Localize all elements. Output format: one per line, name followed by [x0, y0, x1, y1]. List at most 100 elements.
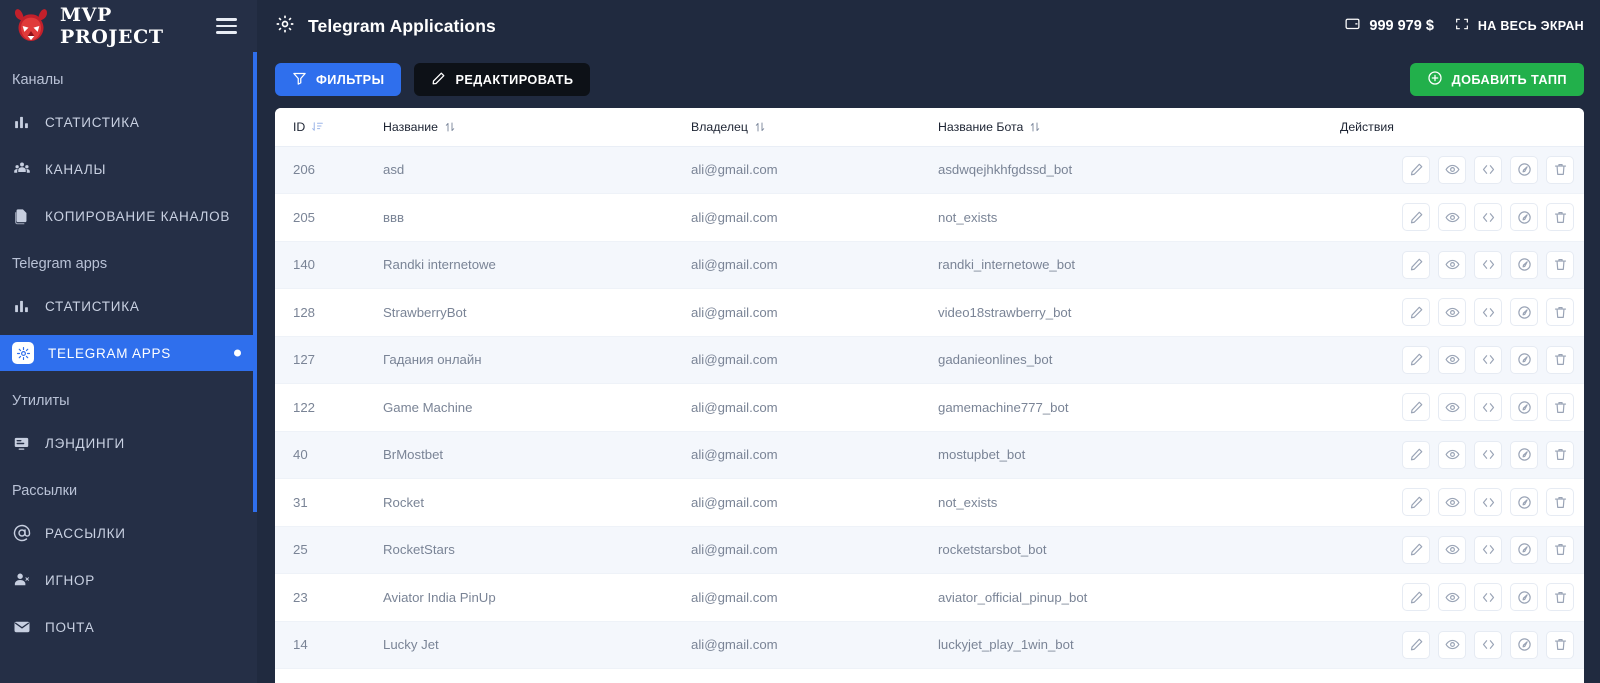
row-action-code-brackets[interactable] — [1474, 583, 1502, 612]
hamburger-menu-icon[interactable] — [216, 18, 237, 34]
row-action-eye[interactable] — [1438, 155, 1466, 184]
row-action-trash[interactable] — [1546, 630, 1574, 659]
row-action-eye[interactable] — [1438, 250, 1466, 279]
sort-descending-icon[interactable] — [311, 120, 324, 133]
row-action-trash[interactable] — [1546, 488, 1574, 517]
row-action-code-brackets[interactable] — [1474, 203, 1502, 232]
row-action-code-brackets[interactable] — [1474, 298, 1502, 327]
row-action-speedometer[interactable] — [1510, 488, 1538, 517]
table-row[interactable]: 31 Rocket ali@gmail.com not_exists — [275, 478, 1584, 526]
row-action-trash[interactable] — [1546, 250, 1574, 279]
row-action-eye[interactable] — [1438, 298, 1466, 327]
column-header-name[interactable]: Название — [383, 108, 691, 147]
column-header-owner[interactable]: Владелец — [691, 108, 938, 147]
row-action-pencil[interactable] — [1402, 488, 1430, 517]
sidebar-item-статистика[interactable]: СТАТИСТИКА — [0, 104, 257, 140]
row-action-pencil[interactable] — [1402, 345, 1430, 374]
cell-owner: ali@gmail.com — [691, 209, 778, 225]
table-row[interactable]: 122 Game Machine ali@gmail.com gamemachine7… — [275, 383, 1584, 431]
table-row[interactable]: 14 Lucky Jet ali@gmail.com luckyjet_play_1w… — [275, 621, 1584, 669]
edit-button[interactable]: РЕДАКТИРОВАТЬ — [414, 63, 591, 96]
row-action-speedometer[interactable] — [1510, 298, 1538, 327]
row-action-speedometer[interactable] — [1510, 535, 1538, 564]
cell-name: Randki internetowe — [383, 257, 496, 273]
row-action-eye[interactable] — [1438, 440, 1466, 469]
row-action-speedometer[interactable] — [1510, 440, 1538, 469]
table-row[interactable]: 127 Гадания онлайн ali@gmail.com gadanieonl… — [275, 336, 1584, 384]
table-row[interactable]: 25 RocketStars ali@gmail.com rocketstarsbot… — [275, 526, 1584, 574]
pencil-icon — [1409, 637, 1424, 652]
row-action-code-brackets[interactable] — [1474, 440, 1502, 469]
trash-icon — [1553, 352, 1568, 367]
balance-amount: 999 979 $ — [1369, 18, 1434, 34]
column-header-bot[interactable]: Название Бота — [938, 108, 1340, 147]
row-action-pencil[interactable] — [1402, 203, 1430, 232]
column-header-id[interactable]: ID — [275, 108, 383, 147]
sidebar-item-каналы[interactable]: КАНАЛЫ — [0, 151, 257, 187]
sidebar-item-статистика[interactable]: СТАТИСТИКА — [0, 288, 257, 324]
sidebar-item-рассылки[interactable]: РАССЫЛКИ — [0, 515, 257, 551]
row-action-speedometer[interactable] — [1510, 630, 1538, 659]
sidebar-item-игнор[interactable]: ИГНОР — [0, 562, 257, 598]
table-row[interactable]: 140 Randki internetowe ali@gmail.com randki… — [275, 241, 1584, 289]
table-row[interactable]: 23 Aviator India PinUp ali@gmail.com aviato… — [275, 573, 1584, 621]
sort-updown-icon[interactable] — [444, 121, 456, 133]
row-action-eye[interactable] — [1438, 583, 1466, 612]
row-action-pencil[interactable] — [1402, 583, 1430, 612]
row-action-pencil[interactable] — [1402, 535, 1430, 564]
table-row[interactable]: 40 BrMostbet ali@gmail.com mostupbet_bot — [275, 431, 1584, 479]
row-action-pencil[interactable] — [1402, 298, 1430, 327]
row-action-speedometer[interactable] — [1510, 155, 1538, 184]
row-action-trash[interactable] — [1546, 203, 1574, 232]
sidebar-item-копирование-каналов[interactable]: КОПИРОВАНИЕ КАНАЛОВ — [0, 198, 257, 234]
row-action-eye[interactable] — [1438, 203, 1466, 232]
cell-actions — [1340, 289, 1584, 337]
row-action-code-brackets[interactable] — [1474, 345, 1502, 374]
row-action-eye[interactable] — [1438, 488, 1466, 517]
sidebar-item-лэндинги[interactable]: ЛЭНДИНГИ — [0, 425, 257, 461]
row-action-pencil[interactable] — [1402, 250, 1430, 279]
sidebar-item-почта[interactable]: ПОЧТА — [0, 609, 257, 645]
row-action-speedometer[interactable] — [1510, 250, 1538, 279]
cell-bot: not_exists — [938, 209, 998, 225]
row-action-trash[interactable] — [1546, 298, 1574, 327]
row-action-pencil[interactable] — [1402, 440, 1430, 469]
add-tapp-button[interactable]: ДОБАВИТЬ ТАПП — [1409, 63, 1584, 96]
row-action-trash[interactable] — [1546, 535, 1574, 564]
row-action-eye[interactable] — [1438, 630, 1466, 659]
row-action-code-brackets[interactable] — [1474, 535, 1502, 564]
trash-icon — [1553, 210, 1568, 225]
table-row[interactable]: 128 StrawberryBot ali@gmail.com video18stra… — [275, 288, 1584, 337]
row-action-trash[interactable] — [1546, 583, 1574, 612]
row-action-pencil[interactable] — [1402, 393, 1430, 422]
row-action-code-brackets[interactable] — [1474, 155, 1502, 184]
row-action-pencil[interactable] — [1402, 630, 1430, 659]
row-action-eye[interactable] — [1438, 393, 1466, 422]
brand-name: MVP PROJECT — [60, 4, 164, 48]
row-action-speedometer[interactable] — [1510, 203, 1538, 232]
sidebar-item-telegram-apps[interactable]: TELEGRAM APPS — [0, 335, 257, 371]
table-row[interactable]: 206 asd ali@gmail.com asdwqejhkhfgdssd_bot — [275, 146, 1584, 194]
row-action-code-brackets[interactable] — [1474, 250, 1502, 279]
row-action-speedometer[interactable] — [1510, 583, 1538, 612]
balance-display[interactable]: 999 979 $ — [1344, 15, 1434, 37]
row-action-pencil[interactable] — [1402, 155, 1430, 184]
eye-icon — [1445, 495, 1460, 510]
row-action-speedometer[interactable] — [1510, 345, 1538, 374]
row-action-trash[interactable] — [1546, 440, 1574, 469]
fullscreen-button[interactable]: НА ВЕСЬ ЭКРАН — [1454, 16, 1584, 37]
filters-button[interactable]: ФИЛЬТРЫ — [275, 63, 402, 96]
row-action-code-brackets[interactable] — [1474, 393, 1502, 422]
row-action-trash[interactable] — [1546, 155, 1574, 184]
users-group-icon — [12, 160, 31, 179]
row-action-eye[interactable] — [1438, 535, 1466, 564]
row-action-code-brackets[interactable] — [1474, 630, 1502, 659]
row-action-eye[interactable] — [1438, 345, 1466, 374]
sort-updown-icon[interactable] — [1029, 121, 1041, 133]
table-row[interactable]: 205 ввв ali@gmail.com not_exists — [275, 193, 1584, 241]
row-action-speedometer[interactable] — [1510, 393, 1538, 422]
row-action-trash[interactable] — [1546, 345, 1574, 374]
row-action-code-brackets[interactable] — [1474, 488, 1502, 517]
row-action-trash[interactable] — [1546, 393, 1574, 422]
sort-updown-icon[interactable] — [754, 121, 766, 133]
